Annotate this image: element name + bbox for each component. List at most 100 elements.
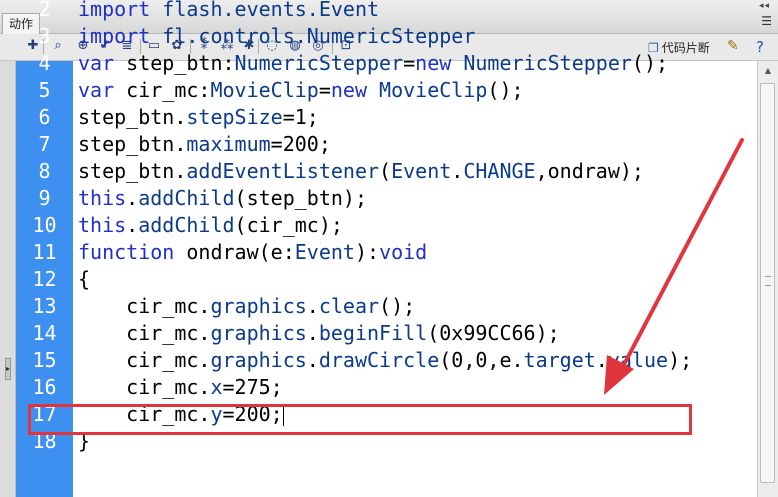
line-number: 11 [32,240,57,264]
code-token: x [210,375,223,399]
code-line[interactable]: 3 import fl.controls.NumericStepper [16,23,757,50]
code-token: ,ondraw); [535,159,644,183]
code-text: this.addChild(step_btn); [78,185,367,212]
expand-navigator-handle[interactable]: ▸ [5,358,11,380]
code-token: this [78,213,127,237]
code-line[interactable]: 6 step_btn.stepSize=1; [16,104,757,131]
code-token: . [306,321,319,345]
code-token: addChild [138,213,235,237]
line-number: 6 [38,105,51,129]
vertical-scrollbar[interactable]: ▲ [757,61,778,497]
code-line[interactable]: 2 import flash.events.Event [16,0,757,23]
code-token: import [78,0,151,21]
code-token: void [379,240,428,264]
line-number: 14 [32,321,57,345]
code-token: . [451,159,464,183]
code-token: ( [379,159,392,183]
code-line[interactable]: 9 this.addChild(step_btn); [16,185,757,212]
code-token: NumericStepper [463,51,632,75]
code-text: this.addChild(cir_mc); [78,212,343,239]
line-number: 3 [38,24,51,48]
line-number: 8 [38,159,51,183]
code-token: clear [318,294,380,318]
code-line[interactable]: 12 { [16,266,757,293]
code-token: cir_mc. [78,348,211,372]
code-text: { [78,266,90,293]
line-number: 9 [38,186,51,210]
scroll-up-arrow-icon[interactable]: ▲ [760,63,776,79]
line-number: 15 [32,348,57,372]
code-line[interactable]: 13 cir_mc.graphics.clear(); [16,293,757,320]
code-token: target [523,348,596,372]
code-token: . [306,294,319,318]
code-token: Event [391,159,452,183]
code-token: maximum [186,132,271,156]
code-token: graphics [210,348,307,372]
code-token: var [78,51,115,75]
code-text: function ondraw(e:Event):void [78,239,427,266]
thumb-grip [765,276,771,286]
code-token: . [126,186,139,210]
code-token: cir_mc. [78,294,211,318]
code-text: cir_mc.graphics.drawCircle(0,0,e.target.… [78,347,692,374]
code-token: beginFill [318,321,428,345]
code-token: (0,0,e. [439,348,524,372]
code-lines: 2 import flash.events.Event 3 import fl.con… [16,0,757,455]
code-token: ); [668,348,693,372]
help-icon[interactable]: ? [756,38,764,56]
line-number: 7 [38,132,51,156]
code-text: step_btn.maximum=200; [78,131,331,158]
code-token: cir_mc. [78,321,211,345]
code-line[interactable]: 15 cir_mc.graphics.drawCircle(0,0,e.targ… [16,347,757,374]
code-token: MovieClip [210,78,319,102]
code-token: addEventListener [186,159,380,183]
code-token: (cir_mc); [234,213,343,237]
code-text: step_btn.addEventListener(Event.CHANGE,o… [78,158,644,185]
code-line[interactable]: 10 this.addChild(cir_mc); [16,212,757,239]
code-line[interactable]: 7 step_btn.maximum=200; [16,131,757,158]
code-token: (); [379,294,416,318]
code-token: Event [294,240,355,264]
line-number: 12 [32,267,57,291]
code-token: { [78,267,91,291]
code-token: . [595,348,608,372]
code-token: stepSize [186,105,283,129]
code-line[interactable]: 4 var step_btn:NumericStepper=new Numeric… [16,50,757,77]
collapse-panel-icon[interactable]: ◂◂ [759,1,770,11]
code-token: (0x99CC66); [427,321,560,345]
line-number: 5 [38,78,51,102]
panel-menu-icon[interactable]: ☰ [761,14,772,28]
code-line[interactable]: 11 function ondraw(e:Event):void [16,239,757,266]
code-text: cir_mc.graphics.clear(); [78,293,415,320]
code-token: (); [631,51,669,75]
code-token: cir_mc. [78,375,211,399]
code-token: =275; [222,375,283,399]
code-token: this [78,186,127,210]
code-token: (step_btn); [234,186,367,210]
code-line[interactable]: 5 var cir_mc:MovieClip=new MovieClip(); [16,77,757,104]
code-token: var [78,78,115,102]
code-text: import flash.events.Event [78,0,379,23]
code-token: value [607,348,669,372]
code-line[interactable]: 14 cir_mc.graphics.beginFill(0x99CC66); [16,320,757,347]
line-number: 13 [32,294,57,318]
code-token: new [330,78,367,102]
code-token: =1; [282,105,319,129]
code-token: CHANGE [463,159,536,183]
code-token: addChild [138,186,235,210]
scroll-thumb[interactable] [760,83,775,483]
script-navigator-strip: ▸ [0,61,16,497]
line-number: 2 [38,0,51,21]
code-line[interactable]: 8 step_btn.addEventListener(Event.CHANGE,… [16,158,757,185]
code-token: = [318,78,331,102]
code-token: step_btn. [78,105,187,129]
code-token: function [78,240,175,264]
code-token: . [126,213,139,237]
code-line[interactable]: 16 cir_mc.x=275; [16,374,757,401]
code-token: =200; [270,132,331,156]
code-text: step_btn.stepSize=1; [78,104,319,131]
code-token: graphics [210,294,307,318]
code-token: = [403,51,416,75]
